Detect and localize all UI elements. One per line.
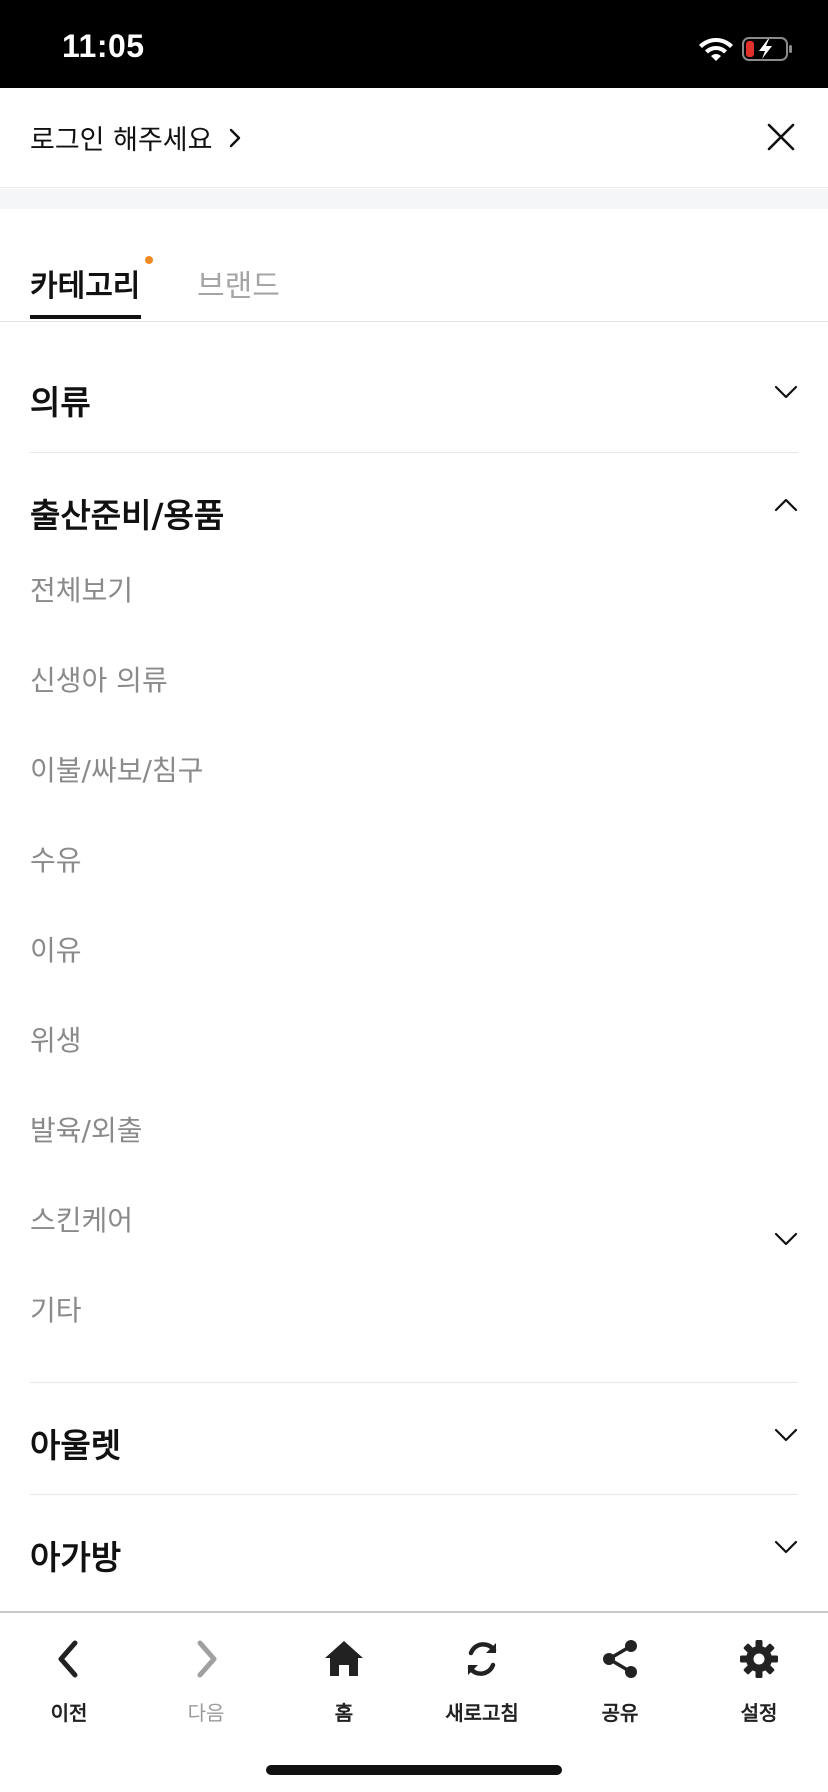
refresh-icon [467,1642,497,1676]
subcategory-item[interactable]: 이불/싸보/침구 [30,749,203,789]
chevron-right-icon [230,128,241,147]
share-label: 공유 [601,1701,639,1725]
category-outlet[interactable]: 아울렛 [30,1409,798,1469]
close-icon[interactable] [766,122,796,152]
share-icon [603,1640,637,1678]
divider [30,1382,798,1383]
subcategory-item[interactable]: 스킨케어 [30,1199,133,1239]
share-button[interactable]: 공유 [560,1627,680,1737]
tab-brand[interactable]: 브랜드 [197,261,280,305]
login-link[interactable]: 로그인 해주세요 [30,118,242,157]
category-title: 출산준비/용품 [30,496,225,535]
chevron-down-icon [774,1428,798,1442]
refresh-button[interactable]: 새로고침 [422,1627,542,1737]
section-separator [0,189,828,209]
category-agabang[interactable]: 아가방 [30,1521,798,1581]
category-title: 의류 [30,383,91,422]
home-button[interactable]: 홈 [284,1627,404,1737]
subcategory-item[interactable]: 발육/외출 [30,1109,142,1149]
notification-dot [145,256,153,264]
status-time: 11:05 [62,28,145,64]
back-label: 이전 [50,1701,88,1725]
battery-charging-icon [742,37,792,61]
login-label: 로그인 해주세요 [30,125,213,156]
subcategory-item[interactable]: 수유 [30,839,82,879]
subcategory-item[interactable]: 기타 [30,1289,82,1329]
gear-icon [740,1640,778,1678]
chevron-right-icon [197,1640,217,1678]
subcategory-item[interactable]: 이유 [30,929,82,969]
home-indicator [266,1765,562,1775]
subcategory-item[interactable]: 전체보기 [30,569,133,609]
divider [30,1494,798,1495]
subcategory-item[interactable]: 신생아 의류 [30,659,168,699]
chevron-down-icon[interactable] [774,1231,798,1247]
status-bar: 11:05 [0,0,828,88]
refresh-label: 새로고침 [445,1701,519,1725]
chevron-up-icon [774,498,798,512]
next-label: 다음 [187,1701,225,1725]
active-tab-indicator [30,315,141,319]
header: 로그인 해주세요 [0,88,828,188]
chevron-down-icon [774,1540,798,1554]
chevron-down-icon [774,385,798,399]
subcategory-item[interactable]: 위생 [30,1019,82,1059]
home-label: 홈 [334,1701,354,1725]
back-button[interactable]: 이전 [9,1627,129,1737]
category-title: 아가방 [30,1538,122,1577]
category-clothing[interactable]: 의류 [30,366,798,426]
home-icon [325,1641,363,1676]
category-birth-prep[interactable]: 출산준비/용품 [30,479,798,539]
tab-bar: 카테고리 브랜드 [0,209,828,322]
next-button[interactable]: 다음 [146,1627,266,1737]
category-title: 아울렛 [30,1426,122,1465]
settings-label: 설정 [740,1701,778,1725]
divider [30,452,798,453]
tab-category[interactable]: 카테고리 [30,261,140,305]
settings-button[interactable]: 설정 [699,1627,819,1737]
chevron-left-icon [58,1640,78,1678]
wifi-icon [699,38,733,61]
